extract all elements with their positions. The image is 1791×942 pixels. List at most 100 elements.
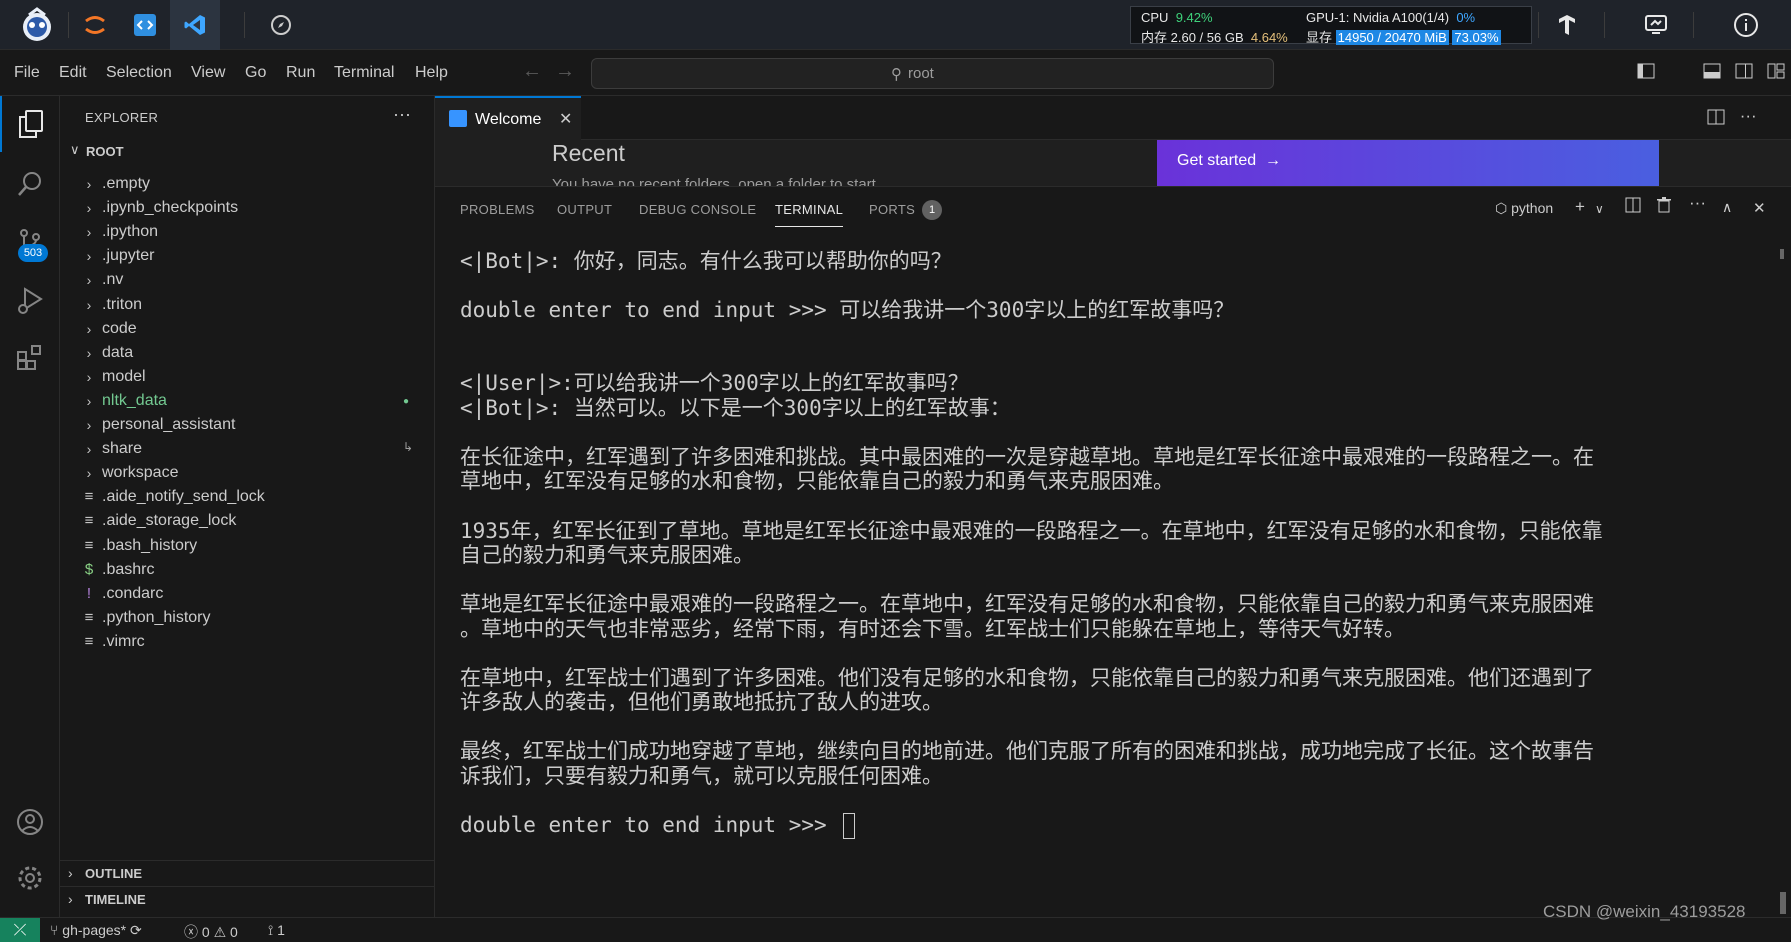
run-debug-icon[interactable] bbox=[0, 272, 60, 328]
terminal-line: 最终，红军战士们成功地穿越了草地，继续向目的地前进。他们克服了所有的困难和挑战，… bbox=[460, 737, 1594, 765]
folder-item[interactable]: › model bbox=[60, 365, 435, 392]
tab-ports[interactable]: PORTS bbox=[869, 202, 915, 217]
folder-item[interactable]: › .jupyter bbox=[60, 244, 435, 271]
ports-status-count: 1 bbox=[277, 922, 285, 938]
folder-item[interactable]: › data bbox=[60, 341, 435, 368]
toggle-panel-icon[interactable] bbox=[1703, 63, 1721, 84]
git-branch-icon: ⑂ bbox=[50, 922, 59, 938]
jupyter-icon[interactable] bbox=[70, 0, 120, 50]
timeline-section[interactable]: › TIMELINE bbox=[60, 886, 435, 912]
terminal-line: <|User|>:可以给我讲一个300字以上的红军故事吗？ bbox=[460, 369, 969, 397]
cpu-label: CPU bbox=[1141, 10, 1169, 25]
file-item[interactable]: ≡ .vimrc bbox=[60, 630, 435, 657]
close-icon[interactable]: ✕ bbox=[559, 109, 572, 129]
tab-welcome[interactable]: Welcome ✕ bbox=[435, 96, 581, 140]
chevron-right-icon: › bbox=[86, 368, 92, 385]
branch-status[interactable]: ⑂ gh-pages* ⟳ bbox=[50, 922, 142, 939]
more-actions-icon[interactable]: ··· bbox=[1740, 106, 1757, 125]
folder-item[interactable]: › nltk_data ● bbox=[60, 389, 435, 416]
tab-terminal[interactable]: TERMINAL bbox=[775, 202, 844, 227]
tree-item-label: personal_assistant bbox=[102, 416, 236, 433]
monitor-icon[interactable] bbox=[1631, 0, 1681, 50]
file-item[interactable]: ! .condarc bbox=[60, 582, 435, 609]
explorer-icon[interactable] bbox=[0, 96, 60, 152]
account-icon[interactable] bbox=[0, 794, 60, 850]
trash-icon[interactable] bbox=[1657, 197, 1671, 218]
menu-run[interactable]: Run bbox=[286, 64, 315, 82]
outline-section[interactable]: › OUTLINE bbox=[60, 860, 435, 886]
folder-item[interactable]: › .nv bbox=[60, 268, 435, 295]
terminal-output[interactable]: <|Bot|>: 你好，同志。有什么我可以帮助你的吗？ double enter … bbox=[460, 247, 1775, 919]
chevron-down-icon[interactable]: ∨ bbox=[1595, 202, 1604, 216]
file-lines-icon: ≡ bbox=[84, 536, 94, 554]
file-lines-icon: ≡ bbox=[84, 512, 94, 530]
vscode-icon[interactable] bbox=[170, 0, 220, 50]
extensions-icon[interactable] bbox=[0, 330, 60, 386]
tensorflow-icon[interactable] bbox=[1542, 0, 1592, 50]
terminal-scrollbar-thumb[interactable] bbox=[1780, 892, 1786, 914]
ports-status[interactable]: ⟟ 1 bbox=[268, 922, 285, 939]
folder-item[interactable]: › .triton bbox=[60, 293, 435, 320]
file-item[interactable]: ≡ .aide_notify_send_lock bbox=[60, 485, 435, 512]
settings-gear-icon[interactable] bbox=[0, 850, 60, 906]
command-center-search[interactable]: ⚲ root bbox=[591, 58, 1274, 89]
sync-icon[interactable]: ⟳ bbox=[130, 922, 142, 938]
folder-item[interactable]: › .ipynb_checkpoints bbox=[60, 196, 435, 223]
file-item[interactable]: ≡ .aide_storage_lock bbox=[60, 509, 435, 536]
get-started-label: Get started bbox=[1177, 152, 1257, 169]
folder-item[interactable]: › code bbox=[60, 317, 435, 344]
nav-back-icon[interactable]: ← bbox=[522, 60, 542, 83]
folder-item[interactable]: › workspace bbox=[60, 461, 435, 488]
split-terminal-icon[interactable] bbox=[1625, 197, 1641, 218]
code-editor-icon[interactable] bbox=[120, 0, 170, 50]
terminal-line-text: 草地中，红军没有足够的水和食物，只能依靠自己的毅力和勇气来克服困难。 bbox=[460, 469, 1174, 493]
toggle-sidebar-icon[interactable] bbox=[1637, 63, 1655, 84]
mem-percent: 4.64% bbox=[1250, 30, 1288, 45]
vram-value: 14950 / 20470 MiB bbox=[1335, 30, 1449, 45]
folder-item[interactable]: › share ↳ bbox=[60, 437, 435, 464]
tab-debug-console[interactable]: DEBUG CONSOLE bbox=[639, 202, 756, 217]
file-item[interactable]: ≡ .python_history bbox=[60, 606, 435, 633]
split-editor-icon[interactable] bbox=[1707, 109, 1730, 129]
search-view-icon[interactable] bbox=[0, 156, 60, 212]
new-terminal-icon[interactable]: + bbox=[1575, 197, 1585, 217]
folder-item[interactable]: › personal_assistant bbox=[60, 413, 435, 440]
chevron-right-icon: › bbox=[86, 441, 92, 458]
menu-edit[interactable]: Edit bbox=[59, 64, 87, 82]
source-control-icon[interactable]: 503 bbox=[0, 214, 60, 270]
toggle-secondary-sidebar-icon[interactable] bbox=[1735, 63, 1753, 84]
tab-problems[interactable]: PROBLEMS bbox=[460, 202, 535, 217]
chevron-right-icon: › bbox=[86, 200, 92, 217]
info-icon[interactable] bbox=[1721, 0, 1771, 50]
menu-file[interactable]: File bbox=[14, 64, 40, 82]
terminal-line: <|Bot|>: 当然可以。以下是一个300字以上的红军故事： bbox=[460, 394, 1011, 422]
timeline-label: TIMELINE bbox=[85, 892, 146, 907]
close-panel-icon[interactable]: ✕ bbox=[1753, 199, 1766, 217]
file-item[interactable]: ≡ .bash_history bbox=[60, 534, 435, 561]
problems-status[interactable]: ⓧ 0 ⚠ 0 bbox=[184, 922, 238, 942]
tab-output[interactable]: OUTPUT bbox=[557, 202, 612, 217]
nav-forward-icon[interactable]: → bbox=[555, 60, 575, 83]
file-item[interactable]: $ .bashrc bbox=[60, 558, 435, 585]
menu-go[interactable]: Go bbox=[245, 64, 266, 82]
more-actions-icon[interactable]: ··· bbox=[1689, 193, 1706, 213]
compass-icon[interactable] bbox=[256, 0, 306, 50]
chevron-right-icon: › bbox=[86, 344, 92, 361]
chevron-right-icon: › bbox=[86, 392, 92, 409]
get-started-button[interactable]: Get started → bbox=[1157, 140, 1659, 186]
terminal-profile[interactable]: ⬡ python bbox=[1495, 200, 1553, 217]
app-logo-icon[interactable] bbox=[12, 0, 62, 50]
maximize-panel-icon[interactable]: ∧ bbox=[1722, 199, 1732, 216]
folder-item[interactable]: › .empty bbox=[60, 172, 435, 199]
terminal-scrollbar[interactable] bbox=[1780, 249, 1784, 259]
customize-layout-icon[interactable] bbox=[1767, 63, 1785, 84]
menu-view[interactable]: View bbox=[191, 64, 225, 82]
more-actions-icon[interactable]: ··· bbox=[393, 104, 411, 125]
menu-selection[interactable]: Selection bbox=[106, 64, 172, 82]
folder-item[interactable]: › .ipython bbox=[60, 220, 435, 247]
tree-item-label: .ipynb_checkpoints bbox=[102, 199, 239, 217]
menu-terminal[interactable]: Terminal bbox=[334, 64, 394, 82]
remote-indicator-icon[interactable]: ⤫ bbox=[0, 918, 40, 942]
menu-help[interactable]: Help bbox=[415, 64, 448, 82]
tree-item-label: .python_history bbox=[102, 608, 211, 626]
